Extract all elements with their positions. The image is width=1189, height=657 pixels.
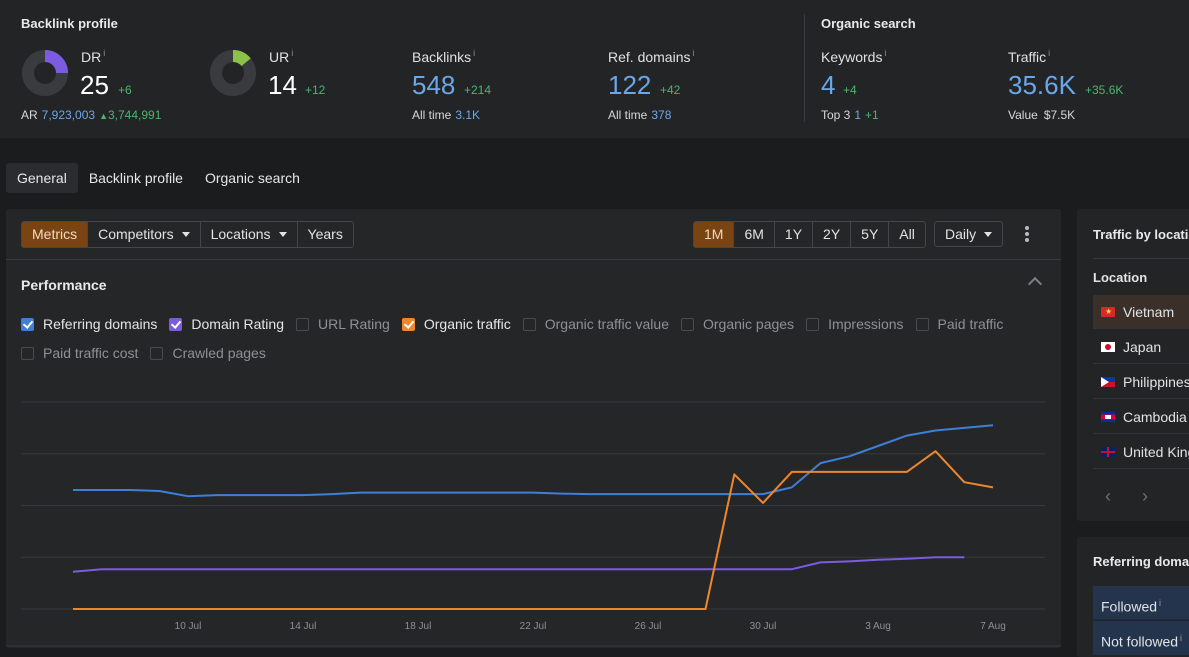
not-followed-row[interactable]: Not followed i — [1093, 621, 1189, 655]
performance-line-chart[interactable]: 10 Jul 14 Jul 18 Jul 22 Jul 26 Jul 30 Jul 3 Au… — [6, 209, 1061, 648]
info-icon[interactable]: i — [291, 48, 293, 58]
traffic-money-value: $7.5K — [1043, 108, 1076, 122]
x-tick-label: 30 Jul — [750, 621, 777, 632]
tab-general[interactable]: General — [6, 163, 78, 193]
location-row[interactable]: Japan — [1093, 330, 1189, 364]
referring-domains-title: Referring domains — [1093, 554, 1189, 569]
keywords-delta: +4 — [843, 83, 857, 97]
top3-row: Top 3 1 +1 — [821, 108, 879, 122]
dr-value: 25 — [80, 70, 109, 100]
x-tick-label: 26 Jul — [635, 621, 662, 632]
philippines-flag-icon — [1101, 376, 1115, 387]
backlinks-all-time: All time 3.1K — [412, 108, 481, 122]
info-icon[interactable]: i — [473, 48, 475, 58]
ref-domains-label[interactable]: Ref. domains i — [608, 48, 694, 65]
x-tick-label: 14 Jul — [290, 621, 317, 632]
traffic-value[interactable]: 35.6K — [1008, 70, 1076, 101]
triangle-up-icon: ▲ — [99, 111, 108, 121]
backlinks-label[interactable]: Backlinks i — [412, 48, 475, 65]
ar-label: AR — [21, 108, 38, 122]
tab-backlink-profile[interactable]: Backlink profile — [78, 163, 194, 193]
x-tick-label: 22 Jul — [520, 621, 547, 632]
ref-domains-value[interactable]: 122 — [608, 70, 651, 101]
backlink-profile-title: Backlink profile — [21, 16, 118, 31]
ref-domains-all-time-value[interactable]: 378 — [651, 108, 671, 122]
section-divider — [804, 14, 805, 122]
dr-gauge-icon — [22, 50, 68, 96]
ar-row: AR 7,923,003 ▲3,744,991 — [21, 108, 161, 122]
dr-delta: +6 — [118, 83, 132, 97]
series-line-referring-domains[interactable] — [73, 424, 994, 498]
backlinks-all-time-value[interactable]: 3.1K — [455, 108, 480, 122]
info-icon[interactable]: i — [1159, 598, 1161, 608]
next-page-chevron-icon[interactable]: › — [1142, 486, 1148, 507]
followed-row[interactable]: Followed i — [1093, 586, 1189, 620]
location-row[interactable]: Philippines — [1093, 365, 1189, 399]
prev-page-chevron-icon[interactable]: ‹ — [1105, 486, 1111, 507]
backlinks-delta: +214 — [464, 83, 492, 97]
ur-delta: +12 — [305, 83, 326, 97]
x-tick-label: 7 Aug — [980, 621, 1006, 632]
performance-panel: Metrics Competitors Locations Years 1M 6… — [6, 209, 1061, 648]
uk-flag-icon — [1101, 446, 1115, 457]
ur-label[interactable]: UR i — [269, 48, 293, 65]
ref-domains-delta: +42 — [660, 83, 681, 97]
traffic-delta: +35.6K — [1085, 83, 1124, 97]
vietnam-flag-icon: ★ — [1101, 306, 1115, 317]
location-row[interactable]: ★ Vietnam — [1093, 295, 1189, 329]
backlinks-value[interactable]: 548 — [412, 70, 455, 101]
organic-search-title: Organic search — [821, 16, 916, 31]
top3-delta: +1 — [865, 108, 879, 122]
dr-label[interactable]: DR i — [81, 48, 105, 65]
info-icon[interactable]: i — [1048, 48, 1050, 58]
location-row[interactable]: United Kingdom — [1093, 435, 1189, 469]
ur-value: 14 — [268, 70, 297, 100]
info-icon[interactable]: i — [103, 48, 105, 58]
series-line-domain-rating[interactable] — [72, 556, 965, 573]
cambodia-flag-icon — [1101, 411, 1115, 422]
ur-gauge-icon — [210, 50, 256, 96]
info-icon[interactable]: i — [692, 48, 694, 58]
traffic-by-location-title: Traffic by location — [1093, 227, 1189, 242]
referring-domains-panel: Referring domains Followedi Not followed… — [1077, 537, 1189, 657]
overview-tabs: General Backlink profile Organic search — [6, 163, 311, 193]
keywords-label[interactable]: Keywords i — [821, 48, 886, 65]
ref-domains-all-time: All time 378 — [608, 108, 672, 122]
traffic-label[interactable]: Traffic i — [1008, 48, 1050, 65]
info-icon[interactable]: i — [884, 48, 886, 58]
ar-delta: ▲3,744,991 — [99, 108, 162, 122]
title-divider — [1093, 258, 1189, 259]
top3-value[interactable]: 1 — [854, 108, 861, 122]
series-line-organic-traffic[interactable] — [73, 450, 994, 610]
x-tick-label: 10 Jul — [175, 621, 202, 632]
japan-flag-icon — [1101, 341, 1115, 352]
location-row[interactable]: Cambodia — [1093, 400, 1189, 434]
x-tick-label: 18 Jul — [405, 621, 432, 632]
ar-value: 7,923,003 — [41, 108, 96, 122]
location-column-header[interactable]: Location — [1093, 270, 1147, 285]
traffic-value-row: Value $7.5K — [1008, 108, 1076, 122]
tab-organic-search[interactable]: Organic search — [194, 163, 311, 193]
x-tick-label: 3 Aug — [865, 621, 891, 632]
keywords-value[interactable]: 4 — [821, 70, 835, 101]
metrics-summary-bar: Backlink profile DR i 25 +6 AR 7,923,003 ▲3… — [0, 0, 1189, 138]
info-icon[interactable]: i — [1180, 633, 1182, 643]
traffic-by-location-panel: Traffic by location Location ★ Vietnam J… — [1077, 209, 1189, 521]
